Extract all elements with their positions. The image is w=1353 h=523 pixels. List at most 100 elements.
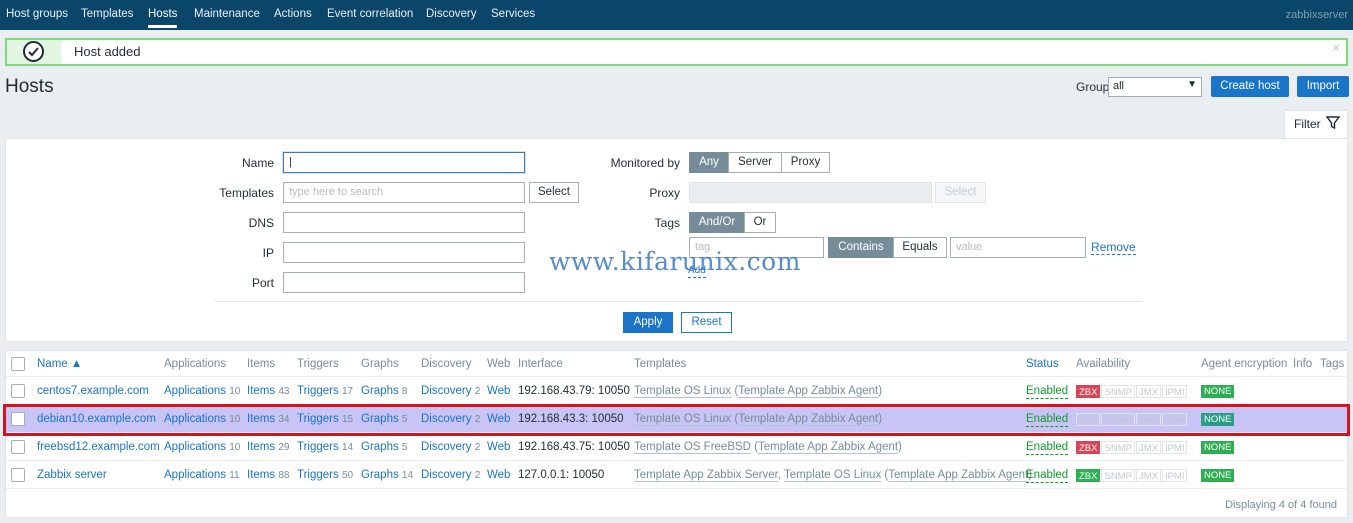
host-name-link[interactable]: Zabbix server bbox=[37, 469, 107, 481]
port-input[interactable] bbox=[283, 272, 525, 293]
col-status[interactable]: Status bbox=[1026, 358, 1059, 370]
items-link[interactable]: Items bbox=[247, 441, 275, 453]
interface-value: 192.168.43.79: 10050 bbox=[518, 385, 630, 397]
graphs-cell: Graphs 5 bbox=[361, 441, 407, 453]
discovery-link[interactable]: Discovery bbox=[421, 385, 471, 397]
import-button[interactable]: Import bbox=[1297, 76, 1349, 97]
row-checkbox[interactable] bbox=[11, 384, 25, 398]
status-enabled-link[interactable]: Enabled bbox=[1026, 441, 1069, 455]
graphs-link[interactable]: Graphs bbox=[361, 385, 399, 397]
web-link[interactable]: Web bbox=[487, 441, 510, 453]
items-count: 29 bbox=[278, 442, 290, 453]
nav-maintenance[interactable]: Maintenance bbox=[194, 8, 260, 20]
triggers-cell: Triggers 50 bbox=[297, 469, 353, 481]
discovery-link[interactable]: Discovery bbox=[421, 441, 471, 453]
col-web: Web bbox=[487, 358, 511, 370]
discovery-count: 2 bbox=[474, 442, 481, 453]
close-icon[interactable]: × bbox=[1332, 40, 1340, 55]
host-name-link[interactable]: centos7.example.com bbox=[37, 385, 149, 397]
monitored-by-proxy[interactable]: Proxy bbox=[781, 152, 830, 173]
tag-op-equals[interactable]: Equals bbox=[893, 237, 947, 258]
nav-host-groups[interactable]: Host groups bbox=[6, 8, 68, 20]
port-label: Port bbox=[251, 276, 274, 290]
status-enabled-link[interactable]: Enabled bbox=[1026, 469, 1069, 483]
tag-value-input[interactable]: value bbox=[950, 237, 1086, 258]
template-child-link[interactable]: Template App Zabbix Agent bbox=[738, 385, 879, 398]
graphs-link[interactable]: Graphs bbox=[361, 441, 399, 453]
applications-cell: Applications 10 bbox=[164, 441, 240, 453]
triggers-link[interactable]: Triggers bbox=[297, 441, 339, 453]
web-link[interactable]: Web bbox=[487, 469, 510, 481]
col-triggers: Triggers bbox=[297, 358, 339, 370]
filter-divider bbox=[214, 301, 1142, 302]
items-link[interactable]: Items bbox=[247, 469, 275, 481]
reset-button[interactable]: Reset bbox=[681, 312, 732, 333]
col-applications: Applications bbox=[164, 358, 227, 370]
snmp-badge: SNMP bbox=[1101, 385, 1135, 398]
applications-link[interactable]: Applications bbox=[164, 441, 226, 453]
discovery-link[interactable]: Discovery bbox=[421, 469, 471, 481]
monitored-by-server[interactable]: Server bbox=[728, 152, 782, 173]
tag-op-contains[interactable]: Contains bbox=[828, 237, 894, 258]
dns-input[interactable] bbox=[283, 212, 525, 233]
availability-badges: ZBX SNMP JMX IPMI bbox=[1076, 385, 1188, 398]
template-link[interactable]: Template OS FreeBSD bbox=[634, 441, 751, 454]
templates-select-button[interactable]: Select bbox=[529, 182, 579, 203]
apply-button[interactable]: Apply bbox=[623, 312, 673, 333]
select-all-checkbox[interactable] bbox=[11, 357, 25, 371]
template-server-link[interactable]: Template App Zabbix Server bbox=[634, 469, 778, 482]
template-paren-open: ( bbox=[750, 441, 758, 453]
monitored-by-any[interactable]: Any bbox=[689, 152, 729, 173]
templates-placeholder: type here to search bbox=[289, 186, 384, 198]
ipmi-badge: IPMI bbox=[1161, 385, 1188, 398]
nav-discovery[interactable]: Discovery bbox=[426, 8, 476, 20]
nav-templates[interactable]: Templates bbox=[81, 8, 133, 20]
template-link[interactable]: Template OS Linux bbox=[784, 469, 882, 482]
filter-tab[interactable]: Filter bbox=[1284, 110, 1348, 139]
row-checkbox[interactable] bbox=[11, 440, 25, 454]
encryption-none-badge: NONE bbox=[1201, 469, 1235, 482]
nav-actions[interactable]: Actions bbox=[274, 8, 312, 20]
nav-hosts[interactable]: Hosts bbox=[148, 8, 178, 28]
encryption-cell: NONE bbox=[1201, 469, 1235, 482]
template-child-link[interactable]: Template App Zabbix Agent bbox=[758, 441, 899, 454]
template-child-link[interactable]: Template App Zabbix Agent bbox=[888, 469, 1029, 482]
items-link[interactable]: Items bbox=[247, 385, 275, 397]
watermark-text: www.kifarunix.com bbox=[549, 247, 801, 276]
col-name[interactable]: Name ▲ bbox=[37, 358, 82, 370]
message-icon-box bbox=[7, 40, 61, 64]
proxy-label: Proxy bbox=[649, 186, 680, 200]
triggers-link[interactable]: Triggers bbox=[297, 385, 339, 397]
dropdown-arrow-icon: ▼ bbox=[1187, 79, 1197, 90]
filter-tab-label: Filter bbox=[1294, 117, 1321, 131]
ip-input[interactable] bbox=[283, 242, 525, 263]
encryption-cell: NONE bbox=[1201, 385, 1235, 398]
template-link[interactable]: Template OS Linux bbox=[634, 385, 732, 398]
graphs-count: 5 bbox=[401, 442, 408, 453]
group-label: Group bbox=[1076, 80, 1110, 94]
jmx-badge: JMX bbox=[1135, 469, 1161, 482]
remove-tag-link[interactable]: Remove bbox=[1091, 241, 1136, 255]
status-enabled-link[interactable]: Enabled bbox=[1026, 385, 1069, 399]
triggers-link[interactable]: Triggers bbox=[297, 469, 339, 481]
row-checkbox[interactable] bbox=[11, 468, 25, 482]
highlight-annotation-box bbox=[3, 404, 1350, 436]
group-select[interactable]: all ▼ bbox=[1108, 77, 1202, 97]
applications-link[interactable]: Applications bbox=[164, 385, 226, 397]
applications-count: 11 bbox=[229, 470, 240, 481]
templates-input[interactable]: type here to search bbox=[283, 182, 525, 203]
applications-link[interactable]: Applications bbox=[164, 469, 226, 481]
name-input[interactable]: | bbox=[283, 152, 525, 173]
nav-services[interactable]: Services bbox=[491, 8, 535, 20]
nav-event-correlation[interactable]: Event correlation bbox=[327, 8, 413, 20]
create-host-button[interactable]: Create host bbox=[1211, 76, 1289, 97]
ipmi-badge: IPMI bbox=[1161, 441, 1188, 454]
col-info: Info bbox=[1293, 358, 1313, 370]
tags-or[interactable]: Or bbox=[744, 212, 776, 233]
interface-value: 192.168.43.75: 10050 bbox=[518, 441, 630, 453]
host-name-link[interactable]: freebsd12.example.com bbox=[37, 441, 160, 453]
tags-and-or[interactable]: And/Or bbox=[689, 212, 745, 233]
tags-label: Tags bbox=[654, 216, 680, 230]
graphs-link[interactable]: Graphs bbox=[361, 469, 399, 481]
web-link[interactable]: Web bbox=[487, 385, 510, 397]
